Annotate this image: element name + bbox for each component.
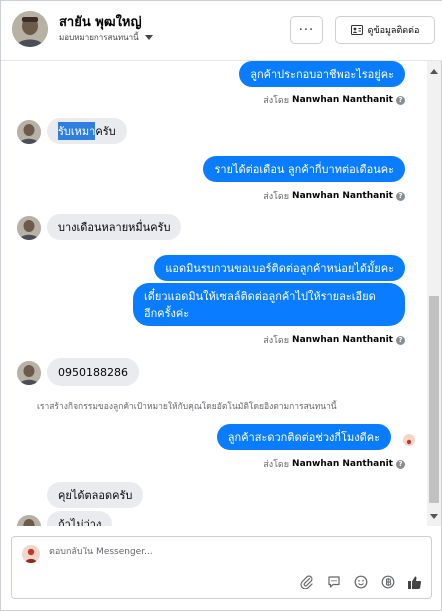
sent-by-prefix: ส่งโดย	[263, 460, 290, 470]
scroll-thumb[interactable]	[429, 296, 439, 503]
outgoing-message[interactable]: แอดมินรบกวนขอเบอร์ติดต่อลูกค้าหน่อยได้มั…	[154, 255, 405, 281]
contact-avatar[interactable]	[12, 11, 48, 47]
seen-receipt-avatar	[403, 434, 415, 446]
sent-by-label: ส่งโดย Nanwhan Nanthanit ?	[263, 189, 405, 203]
contact-card-icon	[350, 25, 363, 35]
view-contact-label: ดูข้อมูลติดต่อ	[367, 26, 420, 36]
reply-composer	[11, 536, 432, 599]
contact-avatar-small	[17, 361, 41, 385]
emoji-icon[interactable]	[353, 574, 369, 590]
sent-by-label: ส่งโดย Nanwhan Nanthanit ?	[263, 457, 405, 471]
help-icon[interactable]: ?	[396, 459, 405, 469]
help-icon[interactable]: ?	[396, 335, 405, 345]
outgoing-message[interactable]: ลูกค้าประกอบอาชีพอะไรอยู่คะ	[239, 61, 405, 87]
scroll-up-arrow-icon[interactable]	[430, 69, 438, 74]
sent-by-prefix: ส่งโดย	[263, 96, 290, 106]
sent-by-name: Nanwhan Nanthanit	[292, 191, 393, 201]
message-line: อีกครั้งค่ะ	[144, 306, 190, 320]
more-options-button[interactable]: ···	[290, 16, 323, 44]
message-text: ครับ	[95, 125, 116, 138]
message-scrollbar[interactable]	[427, 61, 441, 526]
incoming-message[interactable]: 0950188286	[47, 358, 139, 386]
incoming-message[interactable]: บางเดือนหลายหมื่นครับ	[47, 214, 182, 240]
sent-by-name: Nanwhan Nanthanit	[292, 95, 393, 105]
thumbs-up-icon[interactable]	[406, 574, 422, 590]
paperclip-icon[interactable]	[299, 574, 315, 590]
selected-text: รับเหมา	[58, 122, 96, 140]
more-icon: ···	[298, 22, 315, 38]
incoming-message[interactable]: คุยได้ตลอดครับ	[47, 482, 144, 508]
sent-by-label: ส่งโดย Nanwhan Nanthanit ?	[263, 333, 405, 347]
outgoing-message[interactable]: เดี๋ยวแอดมินให้เซลล์ติดต่อลูกค้าไปให้ราย…	[133, 283, 405, 326]
contact-avatar-small	[17, 515, 41, 526]
sent-by-name: Nanwhan Nanthanit	[292, 459, 393, 469]
outgoing-message[interactable]: ลูกค้าสะดวกติดต่อช่วงกี่โมงดีคะ	[216, 424, 391, 450]
system-note: เราสร้างกิจกรรมของลูกค้าเป้าหมายให้กับคุ…	[37, 402, 337, 412]
scroll-down-arrow-icon[interactable]	[430, 514, 438, 519]
sender-avatar	[22, 545, 40, 563]
sent-by-prefix: ส่งโดย	[263, 192, 290, 202]
contact-avatar-small	[17, 120, 41, 144]
sent-by-prefix: ส่งโดย	[263, 336, 290, 346]
conversation-header: สายัน พุฒใหญ่ มอบหมายการสนทนานี้ ··· ดูข…	[1, 1, 442, 61]
incoming-message[interactable]: ถ้าไม่ว่าง	[47, 511, 113, 526]
assign-label: มอบหมายการสนทนานี้	[59, 33, 139, 42]
comment-icon[interactable]	[326, 574, 342, 590]
caret-down-icon	[144, 35, 153, 40]
contact-avatar-small	[17, 216, 41, 240]
contact-name[interactable]: สายัน พุฒใหญ่	[59, 11, 142, 32]
assign-conversation-dropdown[interactable]: มอบหมายการสนทนานี้	[59, 31, 153, 44]
message-line: เดี๋ยวแอดมินให้เซลล์ติดต่อลูกค้าไปให้ราย…	[144, 289, 376, 303]
view-contact-button[interactable]: ดูข้อมูลติดต่อ	[335, 16, 435, 44]
message-list: ลูกค้าประกอบอาชีพอะไรอยู่คะ ส่งโดย Nanwh…	[1, 61, 427, 526]
help-icon[interactable]: ?	[396, 191, 405, 201]
help-icon[interactable]: ?	[396, 95, 405, 105]
reply-input[interactable]	[49, 547, 349, 557]
incoming-message[interactable]: รับเหมา ครับ	[47, 118, 127, 144]
chat-window: สายัน พุฒใหญ่ มอบหมายการสนทนานี้ ··· ดูข…	[0, 0, 442, 611]
outgoing-message[interactable]: รายได้ต่อเดือน ลูกค้ากี่บาทต่อเดือนคะ	[203, 156, 405, 182]
sent-by-name: Nanwhan Nanthanit	[292, 335, 393, 345]
sent-by-label: ส่งโดย Nanwhan Nanthanit ?	[263, 93, 405, 107]
baht-icon[interactable]	[380, 574, 396, 590]
